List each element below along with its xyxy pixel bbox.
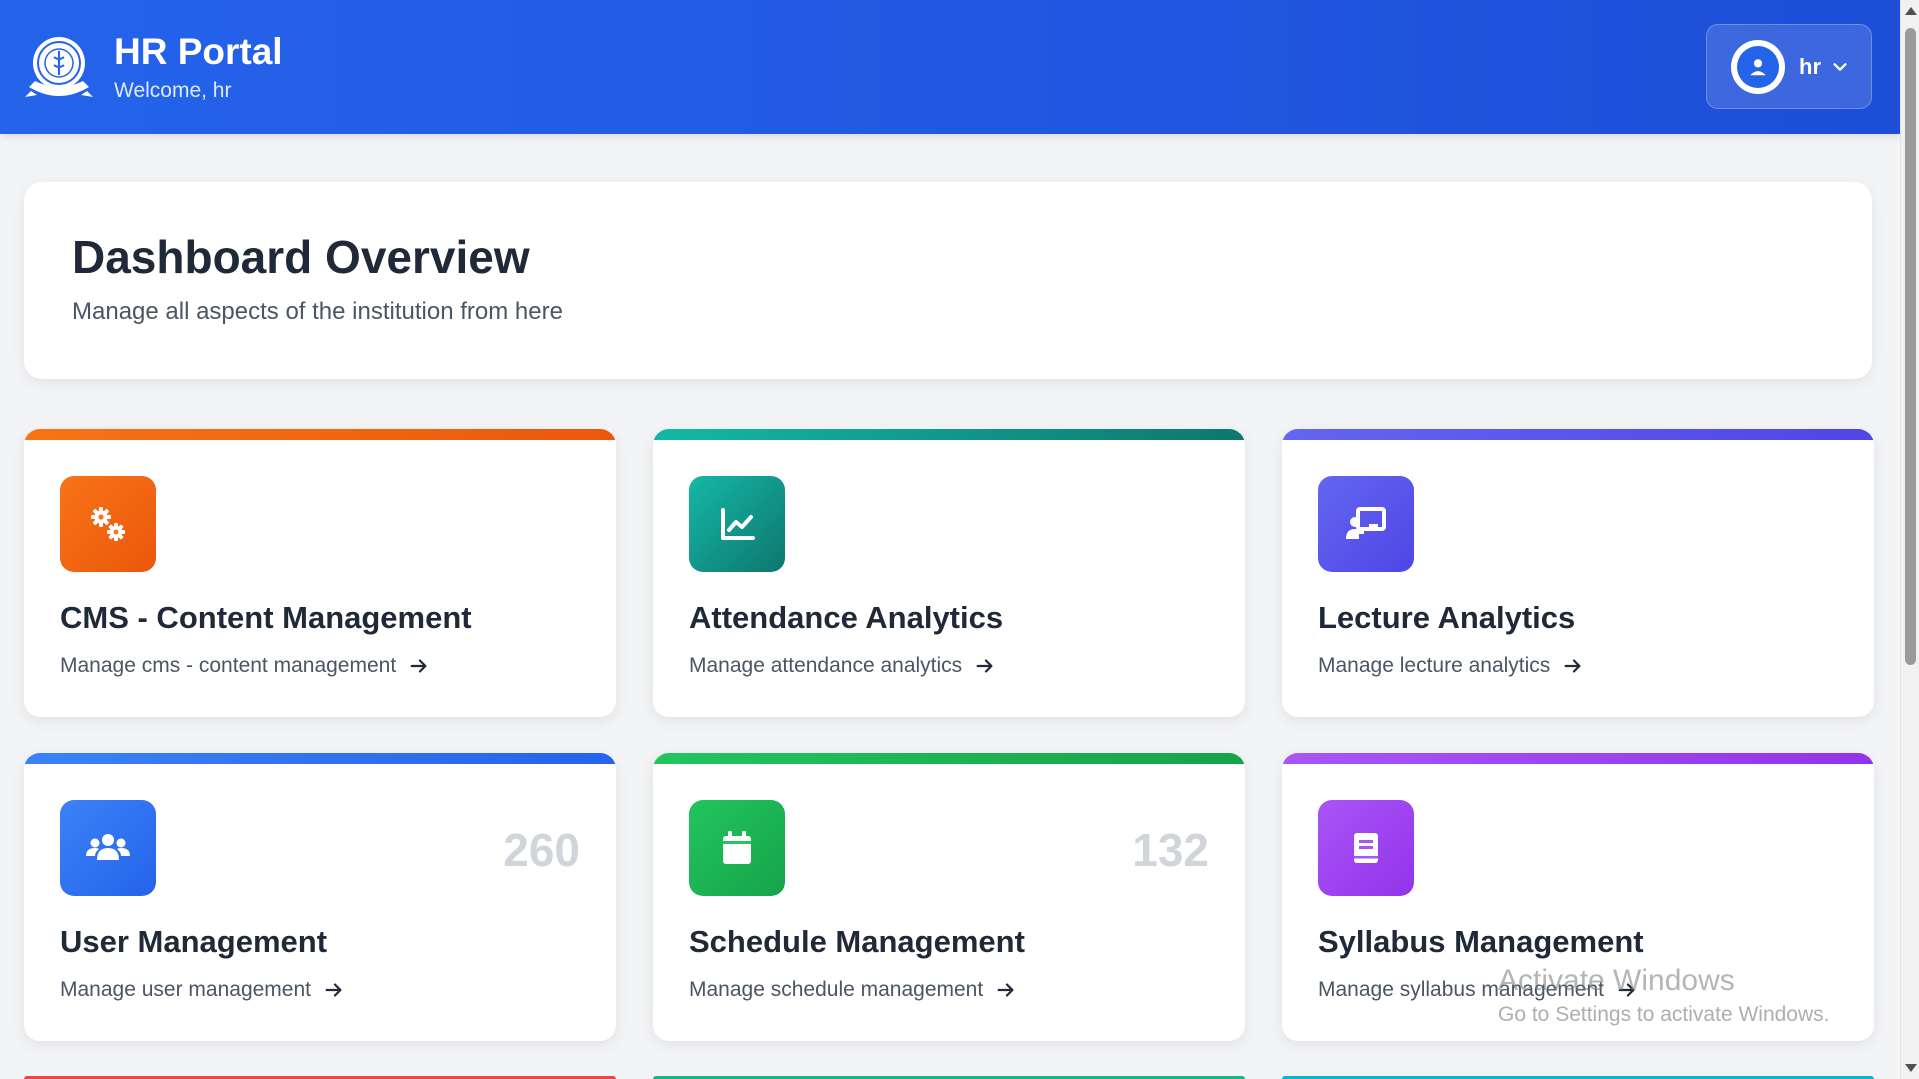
card-link[interactable]: Manage attendance analytics xyxy=(689,654,996,678)
card-link[interactable]: Manage user management xyxy=(60,978,345,1002)
activation-watermark-title: Activate Windows xyxy=(1498,964,1735,997)
card-title: CMS - Content Management xyxy=(60,600,472,635)
module-card-cms[interactable]: CMS - Content Management Manage cms - co… xyxy=(24,429,616,717)
card-link[interactable]: Manage lecture analytics xyxy=(1318,654,1584,678)
card-title: Syllabus Management xyxy=(1318,924,1644,959)
card-accent-bar xyxy=(1282,753,1874,764)
page-subtitle: Manage all aspects of the institution fr… xyxy=(72,298,563,325)
arrow-right-icon xyxy=(1564,659,1581,673)
arrow-right-icon xyxy=(325,983,342,997)
scrollbar-thumb[interactable] xyxy=(1905,28,1916,665)
users-icon xyxy=(60,800,156,896)
module-card-lecture-analytics[interactable]: Lecture Analytics Manage lecture analyti… xyxy=(1282,429,1874,717)
card-count: 132 xyxy=(1132,824,1209,876)
card-link-label: Manage attendance analytics xyxy=(689,654,963,677)
card-accent-bar xyxy=(653,753,1245,764)
card-title: Lecture Analytics xyxy=(1318,600,1576,635)
arrow-right-icon xyxy=(997,983,1014,997)
module-card-user-management[interactable]: 260 User Management Manage user manageme… xyxy=(24,753,616,1041)
module-card-schedule-management[interactable]: 132 Schedule Management Manage schedule … xyxy=(653,753,1245,1041)
card-accent-bar xyxy=(1282,429,1874,440)
user-circle-icon xyxy=(1737,45,1779,88)
vertical-scrollbar[interactable] xyxy=(1900,0,1919,1079)
card-accent-bar xyxy=(653,429,1245,440)
activation-watermark-subtitle: Go to Settings to activate Windows. xyxy=(1498,1003,1830,1026)
chevron-down-icon xyxy=(1833,62,1847,71)
card-accent-bar xyxy=(24,753,616,764)
app-title: HR Portal xyxy=(114,31,283,72)
card-link[interactable]: Manage cms - content management xyxy=(60,654,430,678)
welcome-text: Welcome, hr xyxy=(114,79,232,102)
scroll-up-arrow-icon[interactable] xyxy=(1905,7,1917,15)
scroll-down-arrow-icon[interactable] xyxy=(1905,1064,1917,1072)
card-count: 260 xyxy=(503,824,580,876)
institution-seal-logo xyxy=(25,37,93,97)
card-link-label: Manage user management xyxy=(60,978,311,1001)
card-title: Attendance Analytics xyxy=(689,600,1004,635)
top-header: HR Portal Welcome, hr hr xyxy=(0,0,1900,134)
user-name: hr xyxy=(1799,53,1821,79)
card-link-label: Manage lecture analytics xyxy=(1318,654,1551,677)
dashboard-overview-card: Dashboard Overview Manage all aspects of… xyxy=(24,182,1872,379)
card-title: Schedule Management xyxy=(689,924,1025,959)
cogs-icon xyxy=(60,476,156,572)
chart-line-icon xyxy=(689,476,785,572)
avatar xyxy=(1731,39,1785,94)
card-accent-bar xyxy=(24,429,616,440)
user-menu-button[interactable]: hr xyxy=(1706,24,1872,109)
arrow-right-icon xyxy=(410,659,427,673)
page: HR Portal Welcome, hr hr Dashboard Overv… xyxy=(0,0,1900,1079)
card-link-label: Manage schedule management xyxy=(689,978,984,1001)
module-card-attendance-analytics[interactable]: Attendance Analytics Manage attendance a… xyxy=(653,429,1245,717)
card-link[interactable]: Manage schedule management xyxy=(689,978,1017,1002)
calendar-icon xyxy=(689,800,785,896)
page-title: Dashboard Overview xyxy=(72,231,530,283)
book-icon xyxy=(1318,800,1414,896)
chalkboard-teacher-icon xyxy=(1318,476,1414,572)
arrow-right-icon xyxy=(976,659,993,673)
card-title: User Management xyxy=(60,924,328,959)
card-link-label: Manage cms - content management xyxy=(60,654,397,677)
